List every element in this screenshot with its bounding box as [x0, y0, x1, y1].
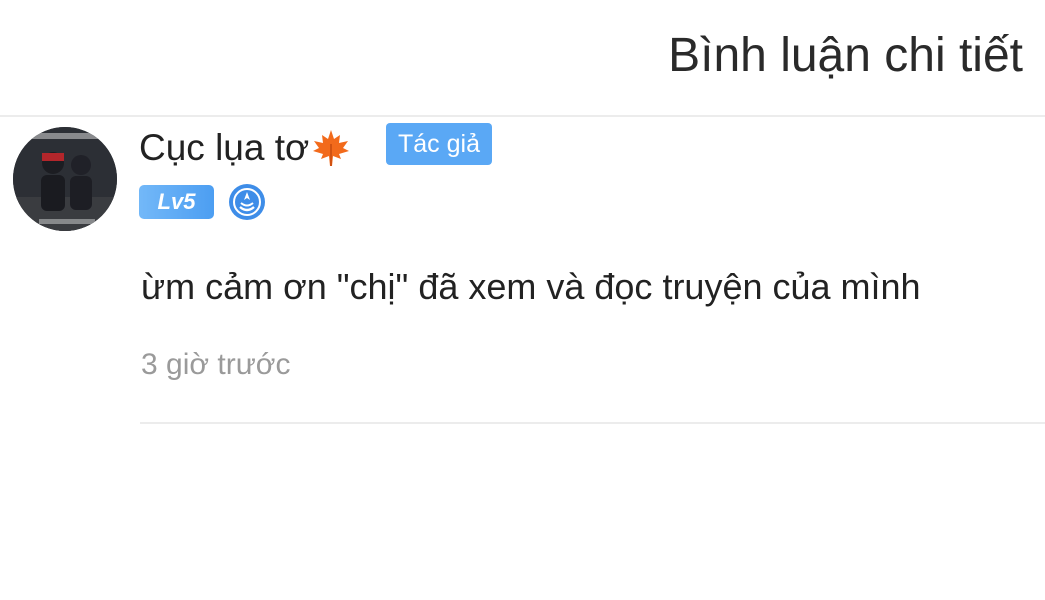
- comment-item: Cục lụa tơ Tác giả Lv5 ừm cảm ơn "chị" đ…: [0, 117, 1045, 427]
- page-header: Bình luận chi tiết: [0, 0, 1045, 117]
- maple-leaf-icon: [313, 130, 350, 166]
- medal-icon: [229, 184, 265, 220]
- avatar[interactable]: [13, 127, 117, 231]
- comment-text: ừm cảm ơn "chị" đã xem và đọc truyện của…: [141, 266, 921, 307]
- comment-timestamp: 3 giờ trước: [141, 348, 291, 381]
- page-title: Bình luận chi tiết: [668, 29, 1023, 82]
- comment-divider: [140, 422, 1045, 424]
- avatar-photo: [13, 127, 117, 231]
- level-badge: Lv5: [139, 185, 214, 219]
- username[interactable]: Cục lụa tơ: [139, 123, 351, 173]
- username-label: Cục lụa tơ: [139, 127, 310, 168]
- author-badge: Tác giả: [386, 123, 492, 165]
